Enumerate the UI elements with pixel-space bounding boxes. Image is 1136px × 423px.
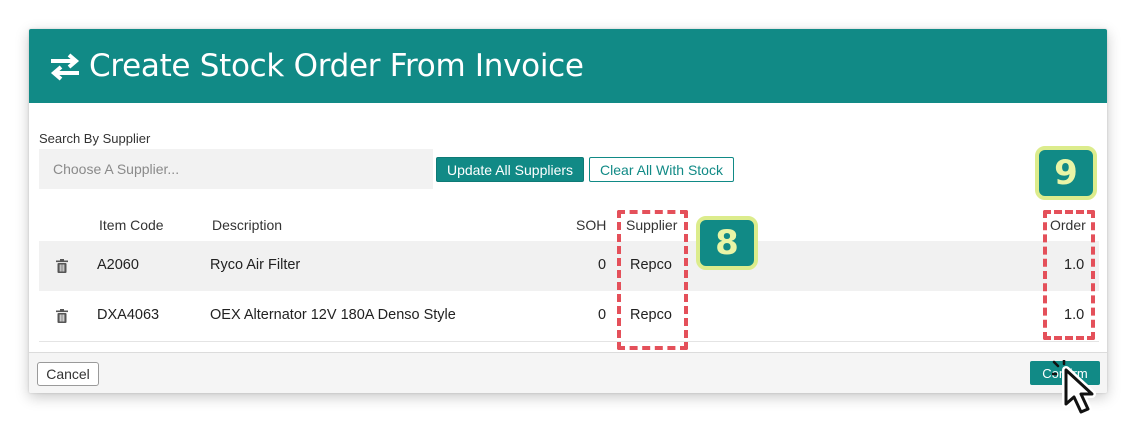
trash-icon[interactable] xyxy=(56,309,68,323)
search-label: Search By Supplier xyxy=(39,131,151,146)
supplier-column-highlight xyxy=(617,210,688,350)
create-stock-order-modal: Create Stock Order From Invoice Search B… xyxy=(29,29,1107,393)
pointer-cursor-icon xyxy=(1052,360,1096,416)
order-column-highlight xyxy=(1043,210,1095,340)
soh-cell: 0 xyxy=(598,257,607,273)
update-all-suppliers-button[interactable]: Update All Suppliers xyxy=(436,157,584,182)
table-row: DXA4063 OEX Alternator 12V 180A Denso St… xyxy=(39,291,1099,342)
description-cell: OEX Alternator 12V 180A Denso Style xyxy=(210,307,456,323)
column-header-description: Description xyxy=(212,217,283,233)
description-cell: Ryco Air Filter xyxy=(210,257,301,273)
modal-footer: Cancel Confirm xyxy=(29,352,1107,393)
step-badge-8: 8 xyxy=(696,216,758,270)
modal-header: Create Stock Order From Invoice xyxy=(29,29,1107,103)
item-code-cell: A2060 xyxy=(97,257,139,273)
soh-cell: 0 xyxy=(598,307,607,323)
column-header-item-code: Item Code xyxy=(99,217,164,233)
table-row: A2060 Ryco Air Filter 0 Repco 1.0 xyxy=(39,241,1099,291)
cancel-button[interactable]: Cancel xyxy=(37,362,99,386)
column-header-soh: SOH xyxy=(576,217,607,233)
item-code-cell: DXA4063 xyxy=(97,307,160,323)
swap-arrows-icon xyxy=(50,53,80,81)
modal-title: Create Stock Order From Invoice xyxy=(89,48,584,84)
trash-icon[interactable] xyxy=(56,259,68,273)
step-badge-9: 9 xyxy=(1035,146,1097,200)
clear-all-with-stock-button[interactable]: Clear All With Stock xyxy=(589,157,734,182)
supplier-search-input[interactable] xyxy=(39,149,433,189)
